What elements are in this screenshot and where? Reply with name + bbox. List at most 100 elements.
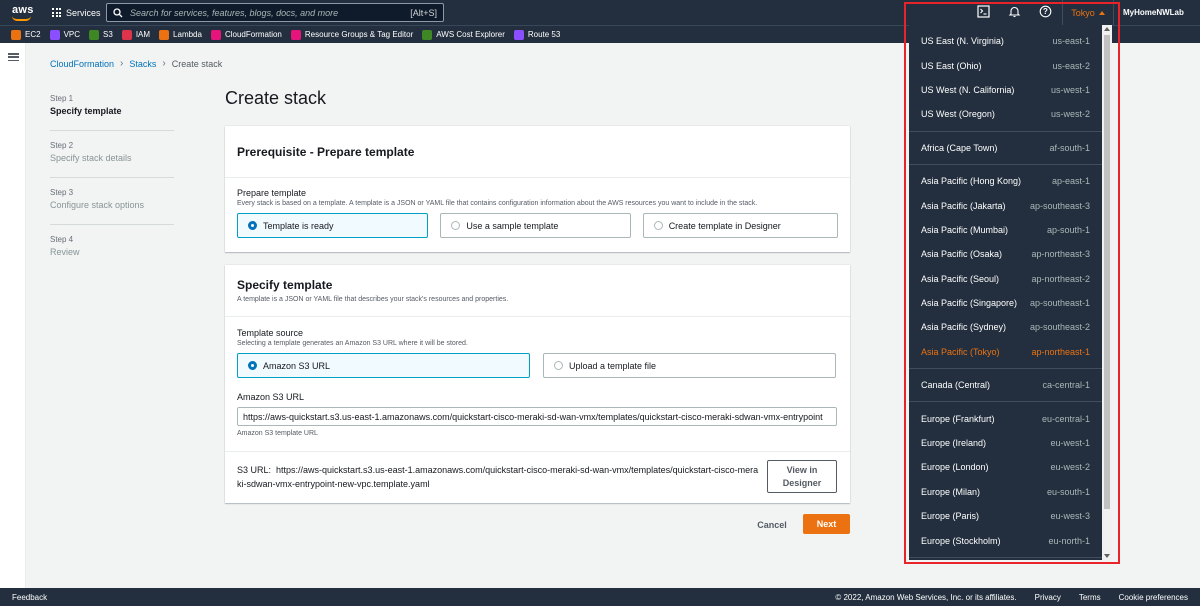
view-in-designer-button[interactable]: View in Designer: [767, 460, 837, 493]
region-name: Africa (Cape Town): [921, 142, 998, 153]
cookie-preferences-link[interactable]: Cookie preferences: [1119, 593, 1188, 602]
divider: [225, 451, 850, 452]
region-item-eu-south-1[interactable]: Europe (Milan) eu-south-1: [909, 480, 1102, 504]
region-item-ap-northeast-3[interactable]: Asia Pacific (Osaka) ap-northeast-3: [909, 242, 1102, 266]
services-label: Services: [66, 7, 101, 18]
region-code: ap-south-1: [1046, 224, 1090, 235]
favorite-aws-cost-explorer[interactable]: AWS Cost Explorer: [422, 29, 505, 40]
step-number: Step 2: [50, 141, 74, 150]
menu-hamburger-icon[interactable]: [8, 53, 19, 61]
search-input[interactable]: [130, 7, 411, 18]
option-label: Amazon S3 URL: [263, 360, 331, 371]
search-bar[interactable]: [Alt+S]: [106, 3, 444, 22]
cancel-button[interactable]: Cancel: [750, 515, 794, 534]
favorite-vpc[interactable]: VPC: [49, 29, 80, 40]
option-label: Create template in Designer: [668, 220, 781, 231]
service-icon: [290, 29, 301, 40]
terms-link[interactable]: Terms: [1079, 593, 1101, 602]
region-item-ap-southeast-2[interactable]: Asia Pacific (Sydney) ap-southeast-2: [909, 315, 1102, 339]
s3-url-hint: Amazon S3 template URL: [237, 430, 318, 437]
region-item-ap-northeast-1[interactable]: Asia Pacific (Tokyo) ap-northeast-1: [909, 340, 1102, 364]
option-sample-template[interactable]: Use a sample template: [440, 213, 631, 238]
region-item-us-west-2[interactable]: US West (Oregon) us-west-2: [909, 102, 1102, 126]
service-icon: [422, 29, 433, 40]
option-template-ready[interactable]: Template is ready: [237, 213, 429, 238]
help-icon[interactable]: ?: [1039, 5, 1053, 19]
svg-text:?: ?: [1043, 7, 1048, 16]
region-code: ap-northeast-1: [1031, 346, 1090, 357]
favorite-lambda[interactable]: Lambda: [159, 29, 202, 40]
favorite-cloudformation[interactable]: CloudFormation: [210, 29, 282, 40]
prerequisite-header: Prerequisite - Prepare template: [225, 126, 850, 178]
favorite-resource-groups-tag-editor[interactable]: Resource Groups & Tag Editor: [290, 29, 413, 40]
chevron-right-icon: ›: [162, 58, 166, 69]
breadcrumb: CloudFormation › Stacks › Create stack: [50, 58, 222, 69]
service-icon: [11, 29, 21, 40]
region-code: ca-central-1: [1042, 380, 1090, 391]
step-1[interactable]: Step 1 Specify template: [50, 94, 174, 131]
region-code: eu-west-1: [1050, 438, 1090, 449]
region-code: ap-southeast-2: [1029, 322, 1090, 333]
region-dropdown-scrollbar[interactable]: [1102, 25, 1112, 560]
breadcrumb-stacks[interactable]: Stacks: [129, 59, 156, 69]
region-item-us-west-1[interactable]: US West (N. California) us-west-1: [909, 78, 1102, 102]
wizard-steps: Step 1 Specify template Step 2 Specify s…: [50, 94, 174, 282]
option-label: Template is ready: [263, 220, 334, 231]
region-name: Asia Pacific (Tokyo): [921, 346, 1000, 357]
region-group: Africa (Cape Town) af-south-1: [909, 132, 1102, 165]
favorite-s3[interactable]: S3: [89, 29, 113, 40]
option-designer-template[interactable]: Create template in Designer: [642, 213, 839, 238]
favorite-route-53[interactable]: Route 53: [513, 29, 560, 40]
breadcrumb-cloudformation[interactable]: CloudFormation: [50, 59, 114, 69]
region-item-ap-south-1[interactable]: Asia Pacific (Mumbai) ap-south-1: [909, 218, 1102, 242]
privacy-link[interactable]: Privacy: [1035, 593, 1061, 602]
region-name: Canada (Central): [921, 380, 991, 391]
services-menu-button[interactable]: Services: [52, 0, 101, 25]
feedback-link[interactable]: Feedback: [12, 593, 47, 602]
region-code: eu-west-3: [1050, 511, 1090, 522]
region-item-eu-central-1[interactable]: Europe (Frankfurt) eu-central-1: [909, 406, 1102, 430]
cloudshell-icon[interactable]: [977, 5, 991, 19]
region-item-ap-northeast-2[interactable]: Asia Pacific (Seoul) ap-northeast-2: [909, 267, 1102, 291]
radio-icon: [554, 361, 563, 370]
region-item-af-south-1[interactable]: Africa (Cape Town) af-south-1: [909, 136, 1102, 160]
service-icon: [159, 29, 170, 40]
region-item-eu-west-1[interactable]: Europe (Ireland) eu-west-1: [909, 431, 1102, 455]
grid-icon: [52, 8, 61, 17]
region-selector-button[interactable]: Tokyo: [1062, 0, 1114, 25]
account-menu[interactable]: MyHomeNWLab: [1123, 0, 1184, 25]
region-code: us-west-1: [1050, 84, 1090, 95]
region-item-eu-north-1[interactable]: Europe (Stockholm) eu-north-1: [909, 528, 1102, 552]
favorite-ec2[interactable]: EC2: [11, 29, 41, 40]
region-code: us-east-2: [1052, 60, 1090, 71]
aws-logo[interactable]: aws: [0, 0, 44, 25]
scroll-up-arrow-icon[interactable]: [1104, 27, 1110, 31]
scroll-down-arrow-icon[interactable]: [1104, 554, 1110, 558]
template-source-label: Template source: [237, 328, 304, 338]
step-name: Specify stack details: [50, 153, 132, 163]
region-item-eu-west-2[interactable]: Europe (London) eu-west-2: [909, 455, 1102, 479]
step-number: Step 4: [50, 235, 74, 244]
region-item-eu-west-3[interactable]: Europe (Paris) eu-west-3: [909, 504, 1102, 528]
region-item-ca-central-1[interactable]: Canada (Central) ca-central-1: [909, 373, 1102, 397]
s3-url-input[interactable]: https://aws-quickstart.s3.us-east-1.amaz…: [237, 407, 837, 426]
region-name: Europe (Stockholm): [921, 535, 1001, 546]
region-item-us-east-2[interactable]: US East (Ohio) us-east-2: [909, 53, 1102, 77]
region-name: Asia Pacific (Osaka): [921, 249, 1003, 260]
region-item-ap-southeast-3[interactable]: Asia Pacific (Jakarta) ap-southeast-3: [909, 193, 1102, 217]
prerequisite-title: Prerequisite - Prepare template: [237, 144, 415, 159]
aws-logo-text: aws: [12, 4, 34, 16]
step-4: Step 4 Review: [50, 235, 174, 272]
favorite-iam[interactable]: IAM: [121, 29, 150, 40]
notifications-bell-icon[interactable]: [1008, 5, 1022, 19]
next-button[interactable]: Next: [803, 514, 850, 534]
region-item-us-east-1[interactable]: US East (N. Virginia) us-east-1: [909, 29, 1102, 53]
region-item-ap-east-1[interactable]: Asia Pacific (Hong Kong) ap-east-1: [909, 169, 1102, 193]
region-selector-label: Tokyo: [1071, 7, 1095, 18]
region-item-ap-southeast-1[interactable]: Asia Pacific (Singapore) ap-southeast-1: [909, 291, 1102, 315]
region-group: Asia Pacific (Hong Kong) ap-east-1 Asia Pa…: [909, 165, 1102, 370]
option-upload-template[interactable]: Upload a template file: [543, 353, 836, 378]
step-number: Step 3: [50, 188, 74, 197]
scrollbar-thumb[interactable]: [1104, 35, 1110, 509]
option-amazon-s3-url[interactable]: Amazon S3 URL: [237, 353, 530, 378]
